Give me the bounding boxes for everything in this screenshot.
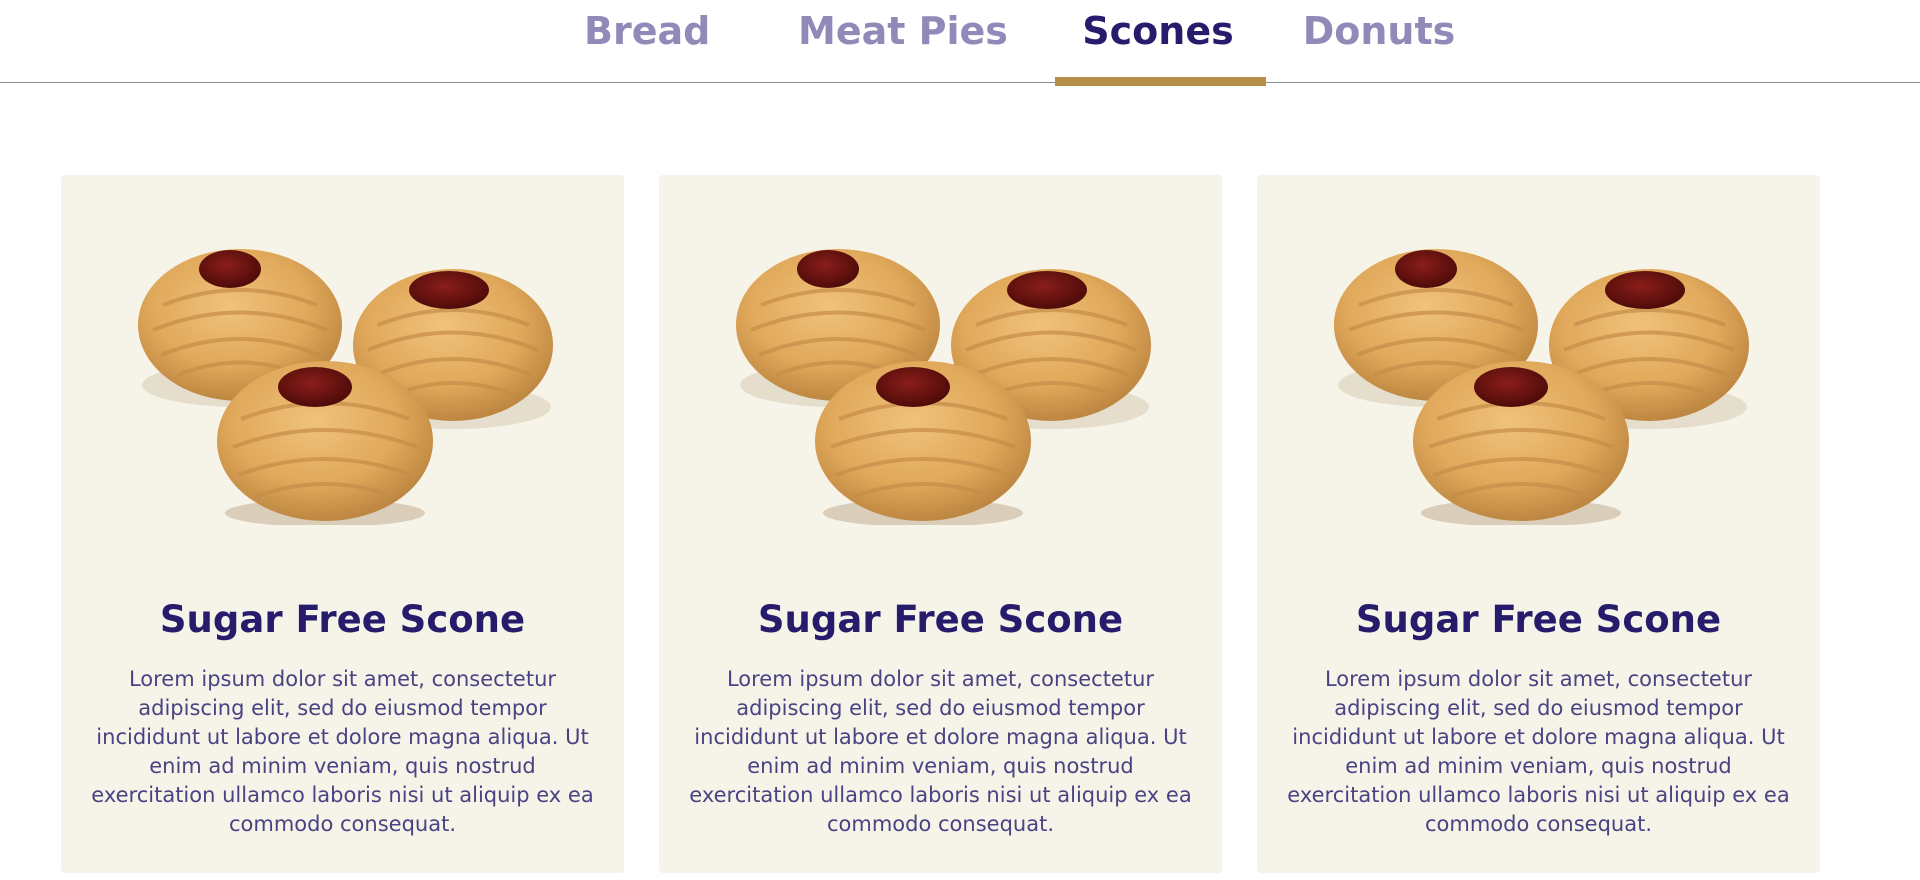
jam-cookies-image <box>736 249 1151 525</box>
cookie <box>217 361 433 525</box>
product-description: Lorem ipsum dolor sit amet, consectetur … <box>91 667 594 836</box>
active-tab-indicator <box>1055 77 1266 86</box>
tab-donuts[interactable]: Donuts <box>1301 0 1457 62</box>
product-title: Sugar Free Scone <box>757 598 1124 641</box>
product-description: Lorem ipsum dolor sit amet, consectetur … <box>689 667 1192 836</box>
product-page: Bread Meat Pies Scones Donuts Sugar Free… <box>0 0 1920 880</box>
jam-cookies-image <box>138 249 553 525</box>
product-title: Sugar Free Scone <box>159 598 526 641</box>
cookie <box>815 361 1031 525</box>
jam-cookies-image <box>1334 249 1749 525</box>
product-card[interactable]: Sugar Free Scone Lorem ipsum dolor sit a… <box>1257 175 1820 873</box>
tab-scones[interactable]: Scones <box>1078 0 1238 62</box>
cookie <box>1413 361 1629 525</box>
tab-meat-pies[interactable]: Meat Pies <box>798 0 1008 62</box>
product-card[interactable]: Sugar Free Scone Lorem ipsum dolor sit a… <box>659 175 1222 873</box>
product-card[interactable]: Sugar Free Scone Lorem ipsum dolor sit a… <box>61 175 624 873</box>
product-title: Sugar Free Scone <box>1355 598 1722 641</box>
product-description: Lorem ipsum dolor sit amet, consectetur … <box>1287 667 1790 836</box>
category-tabs: Bread Meat Pies Scones Donuts <box>0 0 1920 86</box>
tab-bread[interactable]: Bread <box>584 0 710 62</box>
